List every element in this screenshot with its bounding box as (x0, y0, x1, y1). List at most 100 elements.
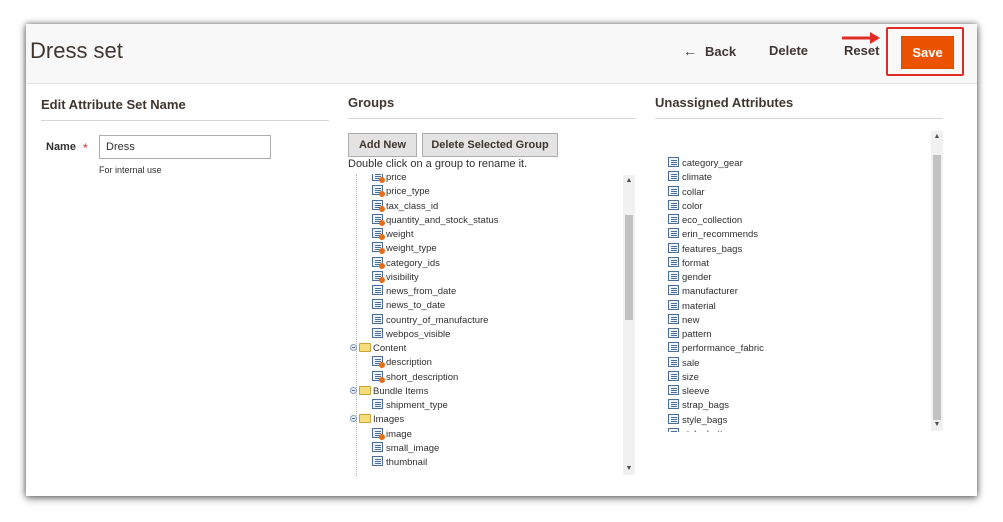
divider (41, 120, 329, 121)
tree-item-label: Content (373, 343, 407, 354)
attribute-icon (668, 342, 679, 353)
groups-hint: Double click on a group to rename it. (348, 158, 528, 170)
tree-group[interactable]: Content (350, 342, 406, 356)
tree-item-label: webpos_visible (386, 328, 451, 340)
tree-group[interactable]: Bundle Items (350, 385, 428, 399)
tree-attribute[interactable]: thumbnail (372, 456, 427, 470)
groups-tree-scrollbar[interactable]: ▲ ▼ (623, 175, 635, 475)
tree-item-label: visibility (386, 271, 419, 283)
delete-selected-group-button[interactable]: Delete Selected Group (422, 133, 558, 157)
scroll-thumb[interactable] (933, 155, 941, 420)
unassigned-attribute-item[interactable]: performance_fabric (668, 342, 764, 356)
back-button[interactable]: ← Back (683, 43, 736, 59)
unassigned-attribute-item[interactable]: format (668, 256, 709, 271)
collapse-toggle-icon[interactable] (350, 386, 357, 394)
reset-button[interactable]: Reset (844, 43, 879, 58)
tree-attribute[interactable]: description (372, 356, 432, 370)
scroll-down-icon[interactable]: ▼ (931, 419, 943, 431)
tree-attribute[interactable]: news_to_date (372, 299, 445, 313)
name-input[interactable] (99, 135, 271, 159)
arrow-left-icon: ← (683, 43, 697, 59)
scroll-up-icon[interactable]: ▲ (623, 175, 635, 187)
tree-attribute[interactable]: news_from_date (372, 285, 456, 299)
system-attribute-icon (372, 199, 385, 212)
unassigned-attribute-item[interactable]: material (668, 299, 716, 314)
attribute-icon (372, 441, 383, 452)
attribute-icon (668, 328, 679, 338)
delete-button[interactable]: Delete (769, 43, 808, 58)
tree-item-label: small_image (386, 442, 440, 454)
unassigned-attribute-item[interactable]: style_bags (668, 413, 727, 428)
unassigned-attribute-item[interactable]: category_gear (668, 157, 743, 171)
unassigned-attribute-item[interactable]: gender (668, 271, 712, 285)
tree-attribute[interactable]: shipment_type (372, 399, 448, 413)
unassigned-attribute-item[interactable]: features_bags (668, 242, 742, 257)
tree-item-label: tax_class_id (386, 200, 439, 212)
tree-item-label: quantity_and_stock_status (386, 214, 499, 226)
tree-attribute[interactable]: quantity_and_stock_status (372, 213, 499, 228)
attribute-icon (372, 313, 383, 324)
unassigned-attribute-item[interactable]: sale (668, 356, 699, 371)
system-attribute-icon (372, 185, 385, 198)
unassigned-attributes-list[interactable]: category_gear climate collar color eco_colle… (655, 130, 943, 432)
tree-attribute[interactable]: webpos_visible (372, 327, 451, 342)
tree-attribute[interactable]: image (372, 427, 412, 442)
system-attribute-icon (372, 228, 385, 240)
system-attribute-icon (372, 256, 385, 269)
attribute-icon (668, 185, 679, 196)
unassigned-attribute-item[interactable]: style_bottom (668, 427, 736, 432)
unassigned-attribute-item[interactable]: manufacturer (668, 285, 738, 299)
attribute-label: sleeve (682, 386, 710, 397)
scroll-thumb[interactable] (625, 215, 633, 320)
unassigned-attribute-item[interactable]: new (668, 313, 700, 328)
groups-tree[interactable]: price price_type tax_class_id quantity_and_… (348, 174, 636, 476)
tree-attribute[interactable]: short_description (372, 370, 458, 385)
tree-item-label: price_type (386, 186, 430, 198)
unassigned-attribute-item[interactable]: size (668, 370, 699, 385)
tree-attribute[interactable]: price (372, 174, 407, 185)
attribute-icon (668, 399, 679, 410)
scroll-up-icon[interactable]: ▲ (931, 131, 943, 143)
tree-item-label: country_of_manufacture (386, 314, 489, 326)
unassigned-attribute-item[interactable]: erin_recommends (668, 228, 758, 242)
unassigned-attribute-item[interactable]: color (668, 199, 703, 214)
attribute-icon (668, 299, 679, 310)
attribute-set-page: Dress set ← Back Delete Reset Save Edit A… (26, 24, 977, 496)
tree-attribute[interactable]: country_of_manufacture (372, 313, 489, 328)
tree-attribute[interactable]: small_image (372, 441, 440, 456)
tree-attribute[interactable]: visibility (372, 270, 419, 285)
unassigned-attribute-item[interactable]: collar (668, 185, 705, 200)
system-attribute-icon (372, 213, 385, 226)
tree-attribute[interactable]: tax_class_id (372, 199, 439, 214)
attribute-icon (668, 356, 679, 367)
attribute-icon (372, 327, 383, 338)
tree-attribute[interactable]: category_ids (372, 256, 440, 271)
attribute-icon (372, 456, 383, 466)
tree-group[interactable]: Images (350, 413, 404, 427)
add-new-group-button[interactable]: Add New (348, 133, 417, 157)
attribute-label: new (682, 314, 700, 326)
unassigned-attribute-item[interactable]: pattern (668, 328, 712, 342)
tree-attribute[interactable]: price_type (372, 185, 430, 199)
unassigned-attribute-item[interactable]: climate (668, 171, 712, 185)
unassigned-attribute-item[interactable]: sleeve (668, 385, 709, 399)
collapse-toggle-icon[interactable] (350, 415, 357, 423)
folder-icon (359, 414, 371, 424)
attribute-label: erin_recommends (682, 229, 759, 241)
save-button[interactable]: Save (901, 36, 954, 69)
attribute-icon (668, 214, 679, 224)
system-attribute-icon (372, 370, 385, 383)
unassigned-attribute-item[interactable]: strap_bags (668, 399, 729, 413)
name-label: Name (46, 141, 76, 153)
system-attribute-icon (372, 270, 385, 283)
scroll-down-icon[interactable]: ▼ (623, 463, 635, 475)
attribute-label: format (682, 257, 709, 269)
tree-attribute[interactable]: weight_type (372, 242, 437, 256)
unassigned-scrollbar[interactable]: ▲ ▼ (931, 131, 943, 431)
attribute-label: collar (682, 186, 705, 198)
tree-item-label: category_ids (386, 257, 440, 269)
collapse-toggle-icon[interactable] (350, 344, 357, 351)
tree-attribute[interactable]: weight (372, 228, 413, 242)
unassigned-attribute-item[interactable]: eco_collection (668, 214, 742, 228)
system-attribute-icon (372, 242, 385, 255)
